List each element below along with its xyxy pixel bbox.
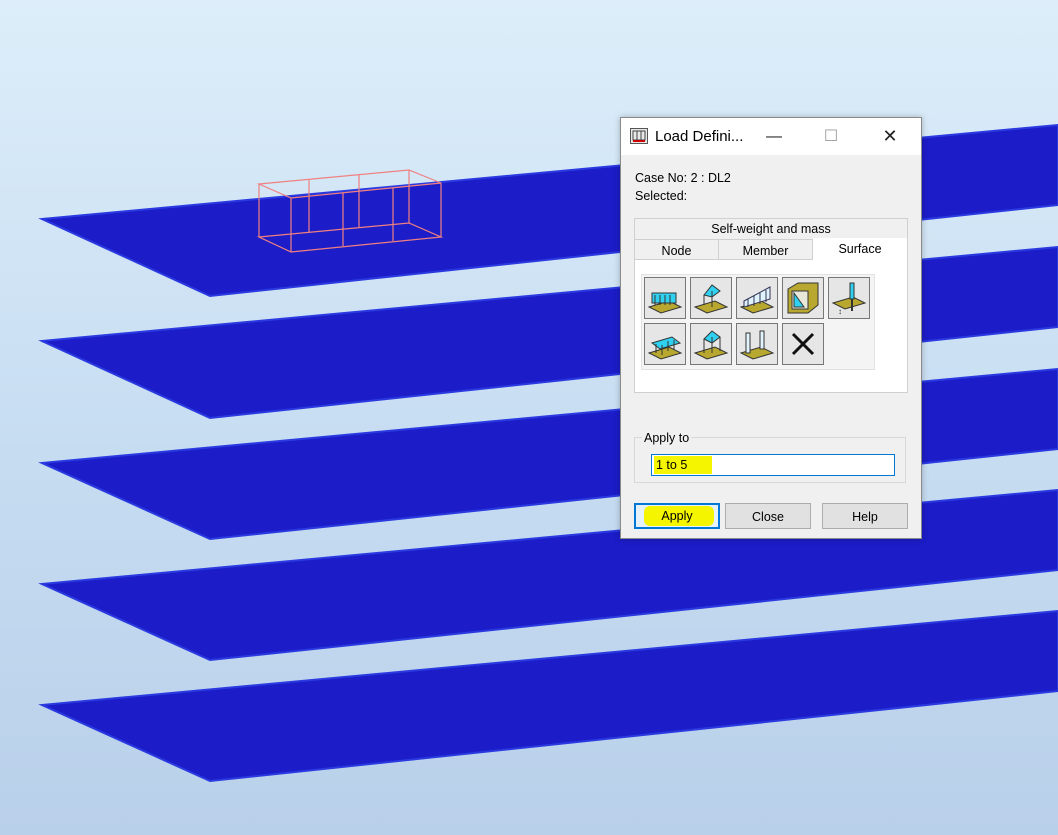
close-button[interactable]: Close [725, 503, 811, 529]
hydrostatic-load-icon[interactable] [782, 277, 824, 319]
apply-button[interactable]: Apply [634, 503, 720, 529]
dialog-title: Load Defini... [655, 128, 744, 145]
edge-line-load-icon[interactable] [736, 323, 778, 365]
delete-load-icon[interactable] [782, 323, 824, 365]
load-definition-app-icon [630, 128, 648, 144]
surface-load-toolbox: ↕ [641, 274, 875, 370]
close-icon[interactable]: ✕ [875, 124, 905, 149]
surface-edge-load-icon[interactable]: ↕ [828, 277, 870, 319]
minimize-icon[interactable]: — [759, 124, 789, 149]
uniform-surface-load-icon[interactable] [644, 277, 686, 319]
load-type-tabs: Self-weight and mass Node Member Surface… [634, 218, 908, 393]
apply-to-input[interactable] [653, 456, 899, 474]
load-definition-dialog: Load Defini... — ☐ ✕ Case No: 2 : DL2 Se… [620, 117, 922, 539]
linear-surface-load-icon[interactable] [736, 277, 778, 319]
apply-button-label: Apply [661, 509, 693, 523]
svg-text:↕: ↕ [838, 307, 842, 316]
planar-load-icon[interactable] [644, 323, 686, 365]
tab-node[interactable]: Node [635, 240, 719, 260]
tab-surface[interactable]: Surface [813, 238, 907, 260]
case-number-label: Case No: 2 : DL2 [635, 171, 731, 185]
help-button[interactable]: Help [822, 503, 908, 529]
selected-label: Selected: [635, 189, 688, 203]
maximize-icon[interactable]: ☐ [816, 124, 846, 149]
tab-self-weight[interactable]: Self-weight and mass [635, 219, 907, 240]
tab-member[interactable]: Member [719, 240, 813, 260]
point-surface-load-icon[interactable] [690, 277, 732, 319]
surface-load-point-icon[interactable] [690, 323, 732, 365]
apply-to-label: Apply to [642, 431, 692, 445]
apply-to-field[interactable] [651, 454, 899, 476]
dialog-titlebar[interactable]: Load Defini... — ☐ ✕ [621, 118, 921, 155]
